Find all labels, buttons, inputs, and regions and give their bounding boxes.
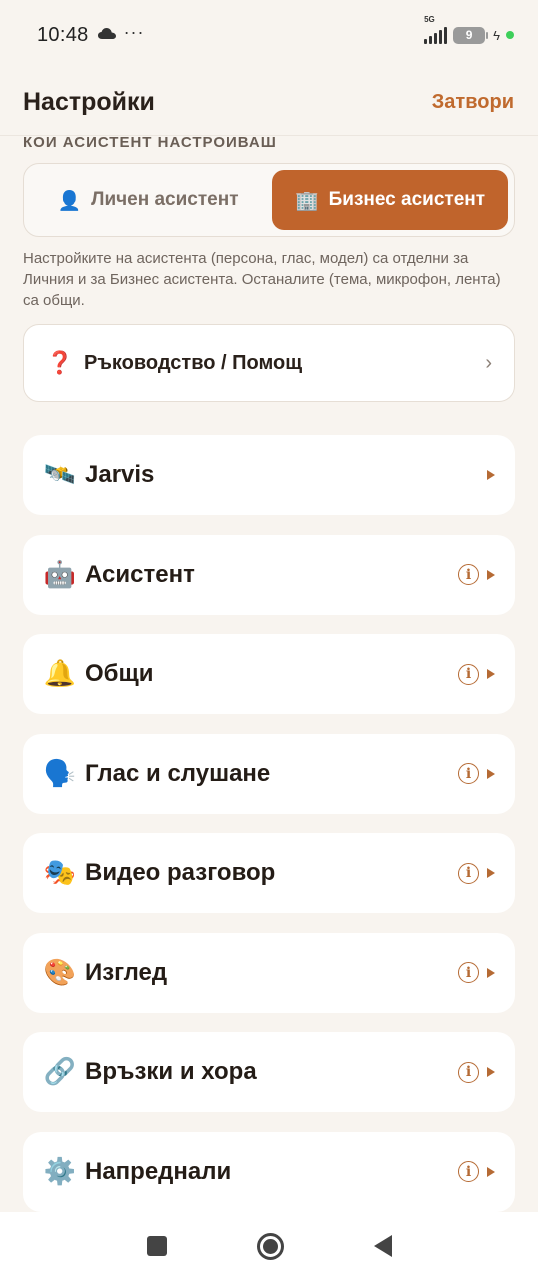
info-icon[interactable]: i [458,564,479,585]
gear-icon: ⚙️ [43,1156,77,1187]
section-voice[interactable]: 🗣️ Глас и слушане i [23,733,515,814]
section-label: Напреднали [85,1157,232,1185]
home-button[interactable] [256,1232,284,1260]
battery-icon: 9 [453,26,489,44]
section-assistant[interactable]: 🤖 Асистент i [23,534,515,615]
settings-sections: 🛰️ Jarvis 🤖 Асистент i 🔔 Общи i 🗣️ Глас … [23,435,515,1231]
green-dot-icon [506,31,514,39]
expand-arrow-icon [487,967,495,978]
help-label: Ръководство / Помощ [84,351,303,374]
expand-arrow-icon [487,569,495,580]
assistant-hint: Настройките на асистента (персона, глас,… [23,250,501,309]
expand-arrow-icon [487,768,495,779]
info-icon[interactable]: i [458,1161,479,1182]
palette-icon: 🎨 [43,957,77,988]
personal-assistant-tab[interactable]: 👤 Личен асистент [30,170,266,230]
info-icon[interactable]: i [458,663,479,685]
section-general[interactable]: 🔔 Общи i [23,634,515,714]
expand-arrow-icon [487,669,495,679]
section-appearance[interactable]: 🎨 Изглед i [23,932,515,1013]
section-label: Връзки и хора [85,1058,257,1085]
expand-arrow-icon [487,1166,495,1177]
system-nav-bar [0,1212,538,1280]
more-indicator-icon: ··· [123,21,145,42]
office-building-icon: 🏢 [294,189,319,212]
section-label: Видео разговор [85,859,276,886]
expand-arrow-icon [487,868,495,878]
expand-arrow-icon [487,1067,495,1077]
info-icon[interactable]: i [458,1061,479,1083]
section-advanced[interactable]: ⚙️ Напреднали i [23,1131,515,1212]
status-right: 5G 9 ϟ [424,15,514,44]
theater-masks-icon: 🎭 [43,858,77,888]
status-time: 10:48 [37,23,89,46]
business-assistant-tab[interactable]: 🏢 Бизнес асистент [272,170,508,230]
chevron-right-icon: › [485,351,492,374]
expand-arrow-icon [487,470,495,480]
info-icon[interactable]: i [458,962,479,983]
home-circle-icon [262,1238,278,1254]
personal-assistant-label: Личен асистент [91,189,239,210]
section-connections[interactable]: 🔗 Връзки и хора i [23,1032,515,1112]
person-icon: 👤 [57,189,82,212]
battery-level: 9 [465,28,473,42]
close-button[interactable]: Затвори [432,91,514,114]
section-label: Изглед [85,958,168,986]
signal-icon: 5G [424,15,448,44]
section-label: Асистент [85,560,195,588]
business-assistant-label: Бизнес асистент [328,189,486,210]
section-label: Общи [85,660,154,687]
link-icon: 🔗 [43,1057,77,1087]
assistant-section-label: КОИ АСИСТЕНТ НАСТРОИВАШ [23,134,277,151]
assistant-switcher: 👤 Личен асистент 🏢 Бизнес асистент [23,163,515,237]
section-jarvis[interactable]: 🛰️ Jarvis [23,435,515,515]
speaking-head-icon: 🗣️ [43,758,77,789]
question-mark-icon: ❓ [46,350,74,376]
status-bar: 10:48 ··· 5G 9 ϟ [0,0,538,70]
info-icon[interactable]: i [458,862,479,884]
help-button[interactable]: ❓ Ръководство / Помощ › [23,324,515,402]
info-icon[interactable]: i [458,763,479,784]
header: Настройки Затвори [0,70,538,136]
bell-icon: 🔔 [43,659,77,689]
cloud-icon [97,27,116,39]
satellite-icon: 🛰️ [43,460,77,490]
section-label: Глас и слушане [85,759,271,787]
section-video-call[interactable]: 🎭 Видео разговор i [23,833,515,913]
back-button[interactable] [373,1235,392,1257]
page-title: Настройки [23,88,155,116]
charging-icon: ϟ [493,27,500,43]
robot-icon: 🤖 [43,559,77,590]
network-type: 5G [424,15,435,24]
recent-apps-button[interactable] [146,1236,167,1256]
section-label: Jarvis [85,461,155,488]
